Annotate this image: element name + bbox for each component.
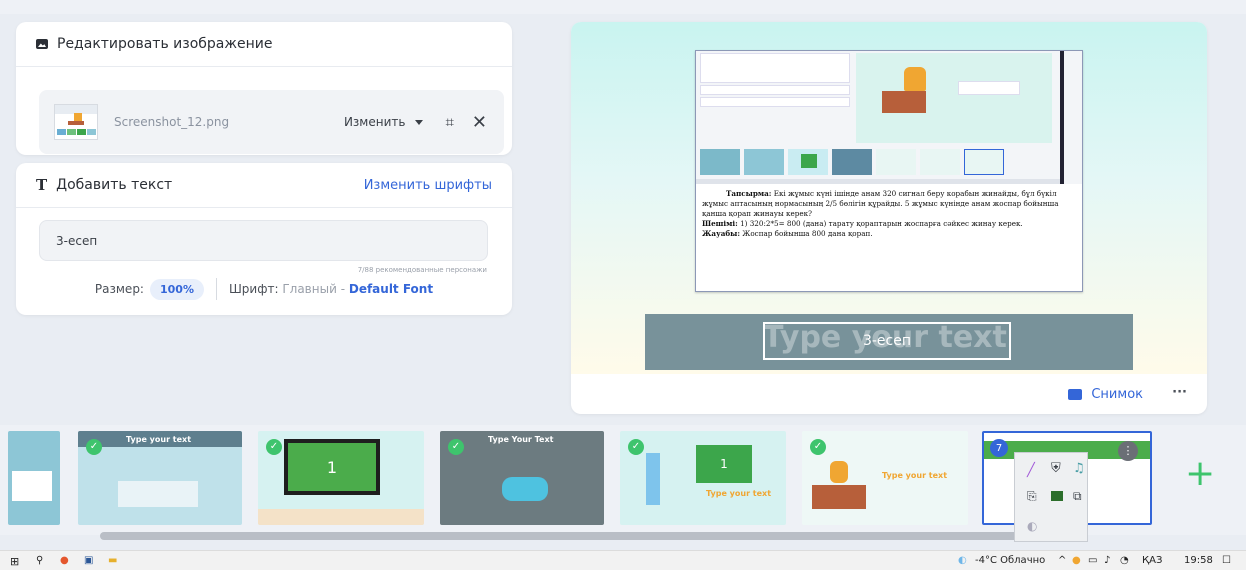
- font-name[interactable]: Default Font: [349, 282, 433, 296]
- slide-number: 1: [288, 443, 376, 491]
- battery-icon[interactable]: ▭: [1088, 555, 1097, 566]
- app-tray-icon[interactable]: ●: [1072, 555, 1081, 566]
- answer-label: Жауабы:: [702, 229, 740, 238]
- windows-taskbar: ⊞ ⚲ ● ▣ ▬ ◐ -4°C Облачно ^ ● ▭ ♪ ◔ ҚАЗ 1…: [0, 550, 1246, 570]
- slide-label: Type Your Text: [488, 435, 554, 444]
- more-options-icon[interactable]: ···: [1172, 385, 1187, 400]
- word-icon[interactable]: ▣: [84, 555, 93, 566]
- image-file-row: Screenshot_12.png Изменить ⌗ ✕: [39, 90, 504, 154]
- change-fonts-link[interactable]: Изменить шрифты: [364, 178, 492, 193]
- caption-text-input[interactable]: 3-есеп: [39, 220, 488, 261]
- slide-image[interactable]: Тапсырма: Екі жұмыс күні ішінде анам 320…: [695, 50, 1083, 292]
- slide-label: Type your text: [882, 471, 948, 480]
- edit-image-header: Редактировать изображение: [16, 22, 512, 66]
- image-icon: [1068, 389, 1083, 400]
- check-icon: ✓: [628, 439, 644, 455]
- caption-text-box[interactable]: 3-есеп: [763, 322, 1011, 360]
- slide-thumbnail[interactable]: 1 ✓: [258, 431, 424, 525]
- edit-image-panel: Редактировать изображение Screenshot_12.…: [16, 22, 512, 155]
- slide-thumbnail[interactable]: Type Your Text ✓: [440, 431, 604, 525]
- size-label: Размер:: [94, 282, 144, 296]
- snapshot-button[interactable]: Снимок: [1068, 387, 1143, 402]
- language-indicator[interactable]: ҚАЗ: [1142, 555, 1162, 566]
- snapshot-label: Снимок: [1091, 387, 1143, 402]
- font-selector[interactable]: Шрифт: Главный - Default Font: [229, 282, 433, 296]
- chrome-icon[interactable]: ●: [60, 555, 69, 566]
- file-explorer-icon[interactable]: ▬: [108, 555, 117, 566]
- clock[interactable]: 19:58: [1184, 555, 1213, 566]
- weather-icon: ◐: [958, 555, 967, 566]
- answer-text: Жоспар бойынша 800 дана қорап.: [740, 229, 873, 238]
- slide-label: Type your text: [126, 435, 192, 444]
- headset-icon[interactable]: ♫: [1073, 461, 1085, 476]
- slide-preview-panel: Тапсырма: Екі жұмыс күні ішінде анам 320…: [571, 22, 1207, 414]
- network-icon[interactable]: ⧉: [1073, 489, 1082, 504]
- check-icon: ✓: [86, 439, 102, 455]
- pen-icon[interactable]: ╱: [1027, 463, 1035, 478]
- change-image-button[interactable]: Изменить: [344, 115, 406, 129]
- device-icon[interactable]: ⎘: [1027, 489, 1037, 504]
- text-properties-row: Размер: 100% Шрифт: Главный - Default Fo…: [16, 278, 512, 300]
- task-text-block: Тапсырма: Екі жұмыс күні ішінде анам 320…: [696, 189, 1082, 239]
- slide-index-badge: 7: [990, 439, 1008, 457]
- wifi-icon[interactable]: ◔: [1120, 555, 1129, 566]
- task-label: Тапсырма:: [726, 189, 772, 198]
- image-thumbnail: [54, 104, 98, 140]
- tray-overflow-popup: ╱ ⛨ ♫ ⎘ ⧉ ◐: [1014, 452, 1088, 542]
- search-icon[interactable]: ⚲: [36, 555, 43, 566]
- add-slide-button[interactable]: +: [1185, 453, 1215, 494]
- check-icon: ✓: [266, 439, 282, 455]
- crop-icon[interactable]: ⌗: [445, 113, 453, 131]
- text-icon: T: [36, 176, 48, 194]
- slide-thumbnail-partial[interactable]: [8, 431, 60, 525]
- caption-band[interactable]: Type your text 3-есеп: [645, 314, 1133, 370]
- more-options-icon[interactable]: ⋮: [1118, 441, 1138, 461]
- edit-image-title: Редактировать изображение: [57, 36, 273, 52]
- add-text-title: Добавить текст: [56, 177, 173, 193]
- size-value-button[interactable]: 100%: [149, 278, 204, 300]
- chevron-down-icon[interactable]: [415, 119, 424, 125]
- weather-text[interactable]: -4°C Облачно: [975, 555, 1045, 566]
- add-text-header: T Добавить текст Изменить шрифты: [16, 163, 512, 207]
- check-icon: ✓: [810, 439, 826, 455]
- filmstrip-scrollbar[interactable]: [100, 532, 1040, 540]
- check-icon: ✓: [448, 439, 464, 455]
- character-counter: 7/88 рекомендованные персонажи: [357, 266, 487, 274]
- solution-label: Шешімі:: [702, 219, 738, 228]
- slide-label: Type your text: [706, 489, 772, 498]
- shield-icon[interactable]: ⛨: [1051, 461, 1061, 476]
- slide-number: 1: [696, 445, 752, 483]
- slide-canvas[interactable]: Тапсырма: Екі жұмыс күні ішінде анам 320…: [571, 22, 1207, 374]
- notifications-icon[interactable]: ☐: [1222, 555, 1231, 566]
- image-icon: [36, 39, 48, 49]
- slide-thumbnail[interactable]: 1 Type your text ✓: [620, 431, 786, 525]
- add-text-panel: T Добавить текст Изменить шрифты 3-есеп …: [16, 163, 512, 315]
- slide-thumbnail[interactable]: Type your text ✓: [78, 431, 242, 525]
- windows-start-icon[interactable]: ⊞: [10, 555, 19, 568]
- sync-icon[interactable]: ◐: [1027, 519, 1037, 533]
- embedded-screenshot: [696, 51, 1082, 184]
- slide-thumbnail[interactable]: Type your text ✓: [802, 431, 968, 525]
- font-label: Шрифт:: [228, 282, 279, 296]
- solution-text: 1) 320:2*5= 800 (дана) тарату қораптарын…: [737, 219, 1023, 228]
- chevron-up-icon[interactable]: ^: [1058, 555, 1066, 566]
- close-icon[interactable]: ✕: [472, 112, 487, 133]
- volume-icon[interactable]: ♪: [1104, 555, 1110, 566]
- font-primary: Главный -: [282, 282, 346, 296]
- image-file-name: Screenshot_12.png: [114, 115, 230, 129]
- top-strip: [0, 0, 1246, 14]
- nvidia-icon[interactable]: [1051, 491, 1063, 501]
